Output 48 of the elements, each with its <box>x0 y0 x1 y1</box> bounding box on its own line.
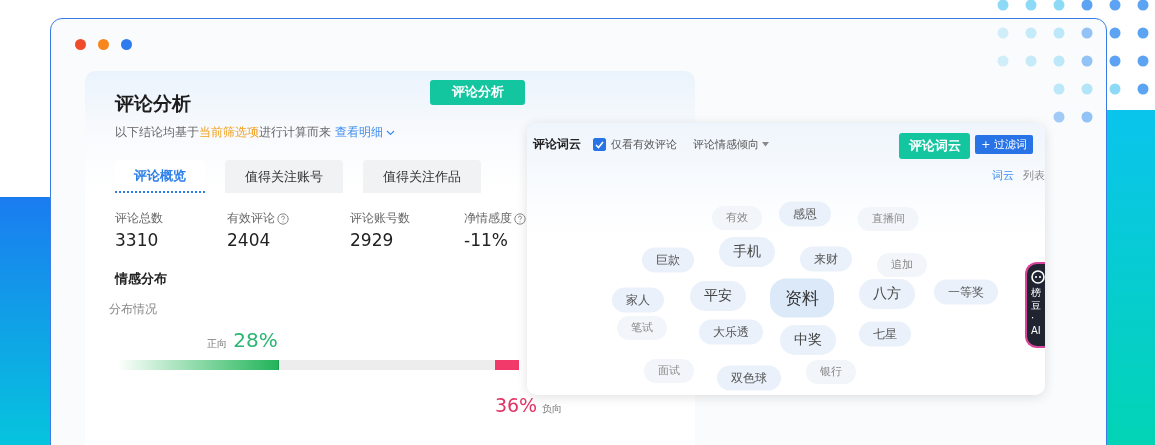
section-title: 情感分布 <box>115 270 167 288</box>
callout-tag: 评论词云 <box>899 133 970 159</box>
metric-label: 评论总数 <box>115 211 163 226</box>
assistant-label: · <box>1031 312 1035 325</box>
negative-label: 负向 <box>542 402 563 416</box>
word-bubble[interactable]: 感恩 <box>779 201 831 227</box>
assistant-button[interactable]: 榜 豆 · AI <box>1025 262 1045 348</box>
assistant-label: 榜 <box>1031 287 1041 300</box>
word-bubble[interactable]: 平安 <box>690 281 746 311</box>
word-bubble[interactable]: 笔试 <box>617 316 667 340</box>
card-title: 评论词云 <box>533 136 581 153</box>
subtitle: 以下结论均基于当前筛选项进行计算而来 <box>115 125 331 140</box>
word-bubble[interactable]: 中奖 <box>780 325 836 355</box>
tab[interactable]: 值得关注作品 <box>363 160 481 193</box>
word-bubble[interactable]: 大乐透 <box>699 319 763 345</box>
positive-label: 正向 <box>207 337 228 351</box>
word-bubble[interactable]: 面试 <box>644 359 694 383</box>
filter-words-button[interactable]: + 过滤词 <box>975 135 1033 154</box>
metric-value: 3310 <box>115 230 160 250</box>
assistant-label: 豆 <box>1031 299 1041 312</box>
word-bubble[interactable]: 资料 <box>770 278 834 318</box>
word-bubble[interactable]: 一等奖 <box>934 279 998 305</box>
negative-percent: 36% <box>494 394 538 416</box>
word-bubble[interactable]: 巨款 <box>642 247 694 273</box>
word-bubble[interactable]: 直播间 <box>857 207 919 231</box>
metric-label: 有效评论 <box>227 211 275 226</box>
metric-label: 净情感度 <box>464 211 512 226</box>
word-bubble[interactable]: 来财 <box>800 246 852 272</box>
metric-value: 2929 <box>350 230 395 250</box>
metric-value: -11% <box>464 230 509 250</box>
metric-value: 2404 <box>227 230 272 250</box>
word-bubble[interactable]: 家人 <box>612 287 664 313</box>
word-bubble[interactable]: 有效 <box>712 206 762 230</box>
word-bubble[interactable]: 手机 <box>719 237 775 267</box>
distribution-label: 分布情况 <box>109 301 157 318</box>
metric-label: 评论账号数 <box>350 211 410 226</box>
word-bubble[interactable]: 七星 <box>859 321 911 347</box>
positive-percent: 28% <box>233 328 278 352</box>
callout-tag: 评论分析 <box>430 80 525 105</box>
panel-title: 评论分析 <box>115 91 191 116</box>
sentiment-dropdown[interactable]: 评论情感倾向 <box>693 137 769 152</box>
word-bubble[interactable]: 八方 <box>859 279 915 309</box>
word-bubble[interactable]: 双色球 <box>717 365 781 391</box>
view-toggle[interactable]: 列表 <box>1023 168 1045 183</box>
tab[interactable]: 评论概览 <box>115 160 205 193</box>
valid-only-checkbox[interactable]: 仅看有效评论 <box>593 137 677 152</box>
tab[interactable]: 值得关注账号 <box>225 160 343 193</box>
assistant-label: AI <box>1031 324 1041 337</box>
